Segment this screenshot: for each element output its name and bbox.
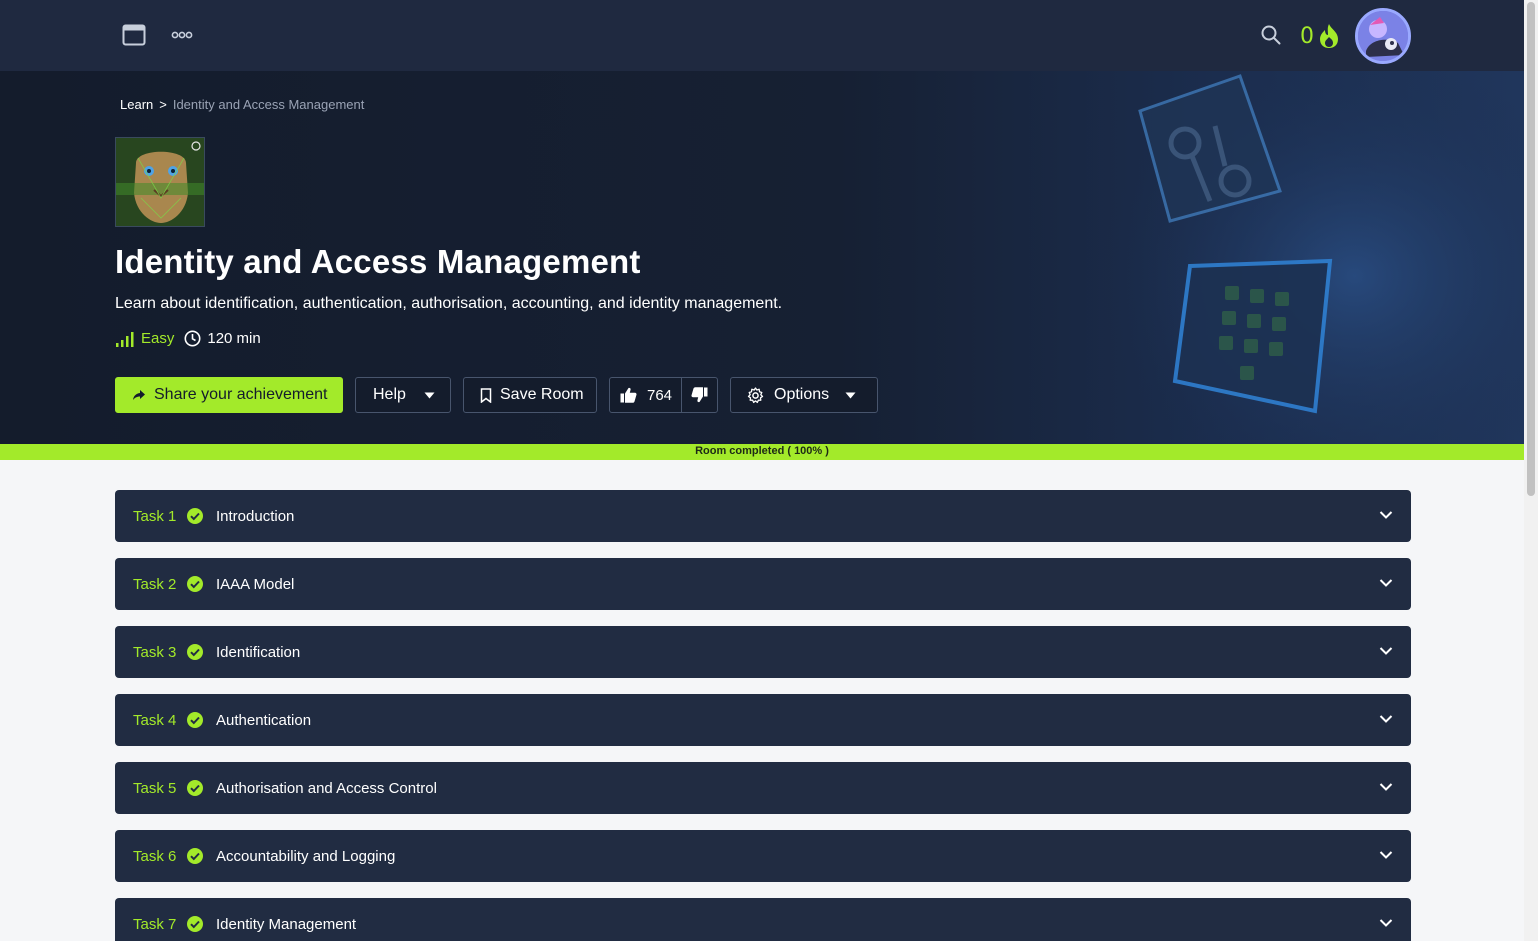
chevron-down-icon[interactable]	[1379, 782, 1393, 792]
task-accordion[interactable]: Task 6 Accountability and Logging	[115, 830, 1411, 882]
chevron-down-icon[interactable]	[1379, 850, 1393, 860]
more-dots-icon[interactable]	[171, 28, 193, 42]
chevron-down-icon[interactable]	[1379, 714, 1393, 724]
check-circle-icon	[187, 780, 203, 796]
caret-down-icon	[424, 392, 435, 398]
breadcrumb: Learn > Identity and Access Management	[120, 97, 364, 112]
check-circle-icon	[187, 712, 203, 728]
help-button-label: Help	[373, 386, 406, 403]
check-circle-icon	[187, 848, 203, 864]
face-scan-image	[116, 138, 204, 226]
duration-label: 120 min	[207, 330, 261, 347]
task-accordion[interactable]: Task 7 Identity Management	[115, 898, 1411, 941]
task-list: Task 1 Introduction Task 2 IAAA Model Ta…	[115, 490, 1411, 941]
difficulty-badge: Easy	[115, 330, 174, 347]
thumbs-up-icon	[620, 387, 637, 403]
options-button-label: Options	[774, 386, 830, 403]
task-title: Authorisation and Access Control	[216, 779, 437, 797]
streak-counter[interactable]: 0	[1300, 20, 1340, 52]
check-circle-icon	[187, 644, 203, 660]
scrollbar-thumb[interactable]	[1527, 2, 1535, 496]
upvote-button[interactable]: 764	[610, 378, 682, 412]
search-icon[interactable]	[1260, 24, 1282, 46]
thumbs-down-icon	[691, 387, 708, 403]
upvote-count: 764	[647, 386, 673, 404]
breadcrumb-learn-link[interactable]: Learn	[120, 97, 153, 112]
user-avatar[interactable]	[1355, 8, 1411, 64]
task-title: Introduction	[216, 507, 295, 525]
browser-window-icon[interactable]	[122, 24, 146, 46]
share-button-label: Share your achievement	[154, 386, 328, 403]
task-accordion[interactable]: Task 5 Authorisation and Access Control	[115, 762, 1411, 814]
task-title: IAAA Model	[216, 575, 295, 593]
gear-icon	[747, 386, 764, 403]
task-number: Task 7	[133, 915, 177, 933]
task-number: Task 3	[133, 643, 177, 661]
duration-badge: 120 min	[184, 330, 261, 347]
clock-icon	[184, 330, 201, 347]
task-accordion[interactable]: Task 3 Identification	[115, 626, 1411, 678]
room-meta: Easy 120 min	[115, 330, 261, 347]
chevron-down-icon[interactable]	[1379, 918, 1393, 928]
vote-group: 764	[609, 377, 718, 413]
room-title: Identity and Access Management	[115, 243, 641, 280]
chevron-down-icon[interactable]	[1379, 646, 1393, 656]
room-header: Learn > Identity and Access Management I…	[0, 71, 1524, 444]
avatar-image	[1358, 11, 1408, 61]
task-title: Identification	[216, 643, 301, 661]
chevron-down-icon[interactable]	[1379, 578, 1393, 588]
help-dropdown-button[interactable]: Help	[355, 377, 451, 413]
task-number: Task 5	[133, 779, 177, 797]
task-number: Task 2	[133, 575, 177, 593]
check-circle-icon	[187, 508, 203, 524]
caret-down-icon	[845, 392, 856, 398]
room-banner-art	[1100, 71, 1524, 444]
share-arrow-icon	[133, 390, 145, 400]
breadcrumb-separator: >	[159, 97, 167, 112]
page-scrollbar[interactable]	[1524, 0, 1538, 941]
options-dropdown-button[interactable]: Options	[730, 377, 878, 413]
check-circle-icon	[187, 916, 203, 932]
share-achievement-button[interactable]: Share your achievement	[115, 377, 343, 413]
task-number: Task 1	[133, 507, 177, 525]
task-accordion[interactable]: Task 1 Introduction	[115, 490, 1411, 542]
save-room-label: Save Room	[500, 386, 584, 403]
room-progress-bar: Room completed ( 100% )	[0, 444, 1524, 460]
task-title: Accountability and Logging	[216, 847, 396, 865]
task-accordion[interactable]: Task 4 Authentication	[115, 694, 1411, 746]
difficulty-label: Easy	[141, 330, 175, 347]
downvote-button[interactable]	[682, 378, 717, 412]
save-room-button[interactable]: Save Room	[463, 377, 597, 413]
task-title: Authentication	[216, 711, 312, 729]
flame-icon	[1320, 24, 1338, 48]
task-number: Task 6	[133, 847, 177, 865]
streak-count: 0	[1300, 23, 1314, 49]
breadcrumb-current: Identity and Access Management	[172, 97, 365, 112]
top-navigation-bar: 0	[0, 0, 1524, 71]
task-title: Identity Management	[216, 915, 357, 933]
room-description: Learn about identification, authenticati…	[115, 295, 783, 312]
task-accordion[interactable]: Task 2 IAAA Model	[115, 558, 1411, 610]
room-progress-label: Room completed ( 100% )	[695, 445, 829, 457]
task-number: Task 4	[133, 711, 177, 729]
check-circle-icon	[187, 576, 203, 592]
room-icon-image	[115, 137, 205, 227]
bookmark-icon	[480, 387, 492, 403]
chevron-down-icon[interactable]	[1379, 510, 1393, 520]
difficulty-bars-icon	[116, 331, 134, 347]
